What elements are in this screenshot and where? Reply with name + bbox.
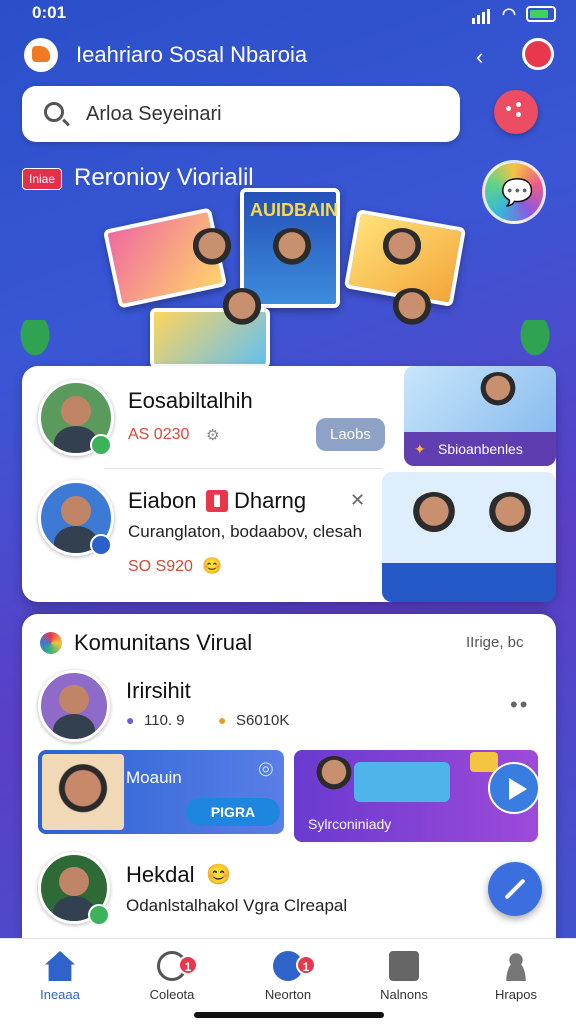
more-options-button[interactable]: [494, 90, 538, 134]
post-author-name[interactable]: Hekdal: [126, 862, 194, 888]
home-indicator: [194, 1012, 384, 1018]
featured-name[interactable]: Eosabiltalhih: [128, 388, 253, 414]
search-input[interactable]: [86, 98, 446, 130]
featured-thumbnail[interactable]: Sbioanbenles ✦: [404, 366, 556, 466]
status-time: 0:01: [32, 3, 67, 22]
person-image: [220, 288, 264, 332]
smile-emoji-icon: 😊: [202, 558, 222, 575]
heart-icon: ●: [126, 712, 135, 728]
search-icon: [44, 102, 64, 122]
coin-icon: ●: [218, 712, 227, 728]
compose-button[interactable]: [488, 862, 542, 916]
featured-tag: Dharng: [234, 488, 307, 513]
tile-title: Moauin: [126, 768, 182, 787]
vr-goggles-icon: [470, 752, 498, 772]
notification-badge: 1: [178, 955, 198, 975]
person-image: [190, 228, 234, 272]
close-icon[interactable]: ✕: [350, 490, 365, 511]
gamepad-icon: ◎: [258, 758, 274, 778]
featured-name[interactable]: Eiabon: [128, 488, 197, 514]
signal-icon: [472, 4, 492, 24]
nav-collections[interactable]: Coleota 1: [124, 951, 220, 1002]
app-title: Ieahriaro Sosal Nbaroia: [76, 42, 308, 67]
palm-tree-icon: [510, 320, 560, 370]
status-icons: ◠: [472, 4, 556, 24]
person-image: [314, 756, 354, 796]
sofa-image: [354, 762, 450, 802]
banner-tag: Iniae: [22, 168, 63, 190]
post-stat-coins: S6010K: [236, 712, 290, 729]
post-description: Odanlstalhakol Vgra Clreapal: [126, 896, 348, 915]
status-bar: 0:01 ◠: [0, 0, 576, 28]
nav-home[interactable]: Ineaaa: [12, 951, 108, 1002]
app-logo[interactable]: [24, 38, 58, 72]
featured-action-button[interactable]: Laobs: [316, 418, 385, 451]
profile-icon: [501, 951, 531, 981]
play-button[interactable]: [488, 762, 540, 814]
featured-meta: AS 0230: [128, 426, 190, 443]
tile-action-button[interactable]: PIGRA: [186, 798, 280, 826]
online-badge-icon: [88, 904, 110, 926]
person-image: [390, 288, 434, 332]
nav-label: Coleota: [149, 987, 195, 1002]
chat-icon: [389, 951, 419, 981]
person-image: [486, 492, 534, 540]
community-title: Komunitans Virual: [74, 630, 253, 655]
banner-collage[interactable]: AUIDBAIN: [90, 188, 490, 368]
post-stat-likes: 110. 9: [144, 712, 185, 729]
community-icon: [40, 632, 62, 654]
poster-text: AUIDBAIN: [250, 200, 338, 220]
thumbnail-caption: Sbioanbenles: [404, 432, 556, 466]
person-image: [380, 228, 424, 272]
flag-icon: ▮: [206, 490, 228, 512]
wifi-icon: ◠: [502, 6, 516, 23]
smile-emoji-icon: 😊: [206, 864, 231, 886]
person-image: [270, 228, 314, 272]
nav-label: Hrapos: [495, 987, 537, 1002]
sparkle-icon: ✦: [414, 441, 426, 457]
verified-badge-icon: [90, 534, 112, 556]
chat-bubble-button[interactable]: [482, 160, 546, 224]
nav-label: Neorton: [264, 987, 312, 1002]
nav-label: Ineaaa: [40, 987, 80, 1002]
more-options-icon[interactable]: ••: [510, 692, 529, 718]
tile-image: [42, 754, 124, 830]
featured-description: Curanglaton, bodaabov, clesah: [128, 522, 363, 541]
home-icon: [45, 951, 75, 981]
see-all-link[interactable]: IIrige, bc: [466, 634, 524, 651]
person-image: [410, 492, 458, 540]
app-bar: Ieahriaro Sosal Nbaroia ‹: [0, 30, 576, 80]
battery-icon: [526, 6, 556, 22]
search-bar: [22, 86, 460, 142]
palm-tree-icon: [10, 320, 60, 370]
divider: [104, 468, 382, 469]
featured-video-thumbnail[interactable]: [382, 472, 556, 602]
back-chevron-icon[interactable]: ‹: [476, 44, 483, 70]
location-pin-icon[interactable]: [522, 38, 554, 70]
tile-title: Sylrconiniady: [308, 816, 392, 832]
nav-notifications[interactable]: Neorton 1: [240, 951, 336, 1002]
settings-icon: ⚙: [206, 427, 220, 444]
featured-meta: SO S920: [128, 558, 193, 575]
avatar[interactable]: [38, 670, 110, 742]
notification-badge: 1: [296, 955, 316, 975]
post-author-name[interactable]: Irirsihit: [126, 678, 191, 704]
person-image: [478, 372, 518, 412]
nav-messages[interactable]: Nalnons: [356, 951, 452, 1002]
online-badge-icon: [90, 434, 112, 456]
nav-profile[interactable]: Hrapos: [468, 951, 564, 1002]
nav-label: Nalnons: [380, 987, 428, 1002]
